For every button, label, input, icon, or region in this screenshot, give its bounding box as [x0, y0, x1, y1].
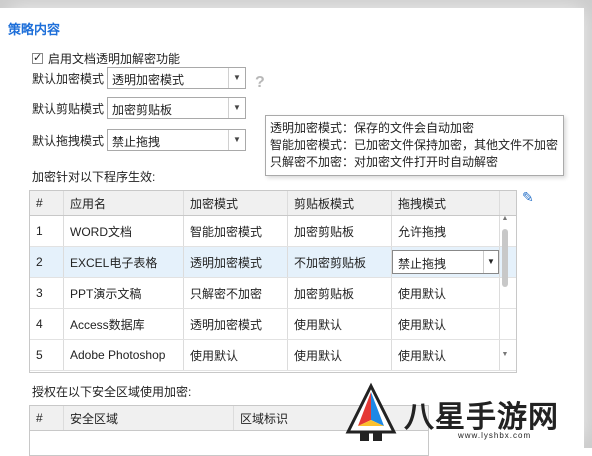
- row-index: 4: [30, 309, 64, 339]
- zone-table-label: 授权在以下安全区域使用加密:: [32, 385, 192, 399]
- column-header[interactable]: #: [30, 406, 64, 430]
- encrypt-mode-cell[interactable]: 只解密不加密: [184, 278, 288, 308]
- table-row[interactable]: 1 WORD文档 智能加密模式 加密剪贴板 允许拖拽: [30, 216, 516, 247]
- tooltip-line: 透明加密模式：保存的文件会自动加密: [270, 121, 475, 135]
- chevron-down-icon[interactable]: ▼: [228, 68, 245, 88]
- table-row[interactable]: 3 PPT演示文稿 只解密不加密 加密剪贴板 使用默认: [30, 278, 516, 309]
- watermark-logo-icon: [345, 382, 397, 441]
- watermark-url: www.lyshbx.com: [458, 431, 532, 440]
- drag-mode-cell[interactable]: 使用默认: [392, 278, 500, 308]
- clipboard-mode-cell[interactable]: 使用默认: [288, 309, 392, 339]
- encrypt-mode-cell[interactable]: 透明加密模式: [184, 247, 288, 277]
- row-index: 1: [30, 216, 64, 246]
- table-header: # 应用名 加密模式 剪贴板模式 拖拽模式: [30, 191, 516, 216]
- drag-mode-cell[interactable]: 使用默认: [392, 309, 500, 339]
- drag-mode-cell[interactable]: 允许拖拽: [392, 216, 500, 246]
- program-table-label: 加密针对以下程序生效:: [32, 170, 156, 184]
- column-header[interactable]: #: [30, 191, 64, 215]
- scrollbar-thumb[interactable]: [502, 229, 508, 287]
- drag-mode-cell[interactable]: 使用默认: [392, 340, 500, 370]
- enable-encryption-checkbox[interactable]: 启用文档透明加解密功能: [32, 50, 180, 67]
- drag-mode-value: 禁止拖拽: [112, 135, 161, 149]
- app-name-cell[interactable]: EXCEL电子表格: [64, 247, 184, 277]
- mode-tooltip: 透明加密模式：保存的文件会自动加密 智能加密模式：已加密文件保持加密，其他文件不…: [265, 115, 564, 176]
- clipboard-mode-cell[interactable]: 不加密剪贴板: [288, 247, 392, 277]
- encrypt-mode-cell[interactable]: 使用默认: [184, 340, 288, 370]
- app-name-cell[interactable]: PPT演示文稿: [64, 278, 184, 308]
- clipboard-mode-label: 默认剪贴模式: [32, 102, 105, 116]
- watermark-brand: 八星手游网: [404, 401, 559, 434]
- app-name-cell[interactable]: WORD文档: [64, 216, 184, 246]
- drag-mode-cell[interactable]: 禁止拖拽 ▼: [392, 247, 500, 277]
- row-index: 2: [30, 247, 64, 277]
- clipboard-mode-cell[interactable]: 使用默认: [288, 340, 392, 370]
- app-name-cell[interactable]: Adobe Photoshop: [64, 340, 184, 370]
- scroll-up-icon[interactable]: ▲: [499, 215, 511, 225]
- table-row-selected[interactable]: 2 EXCEL电子表格 透明加密模式 不加密剪贴板 禁止拖拽 ▼: [30, 247, 516, 278]
- vertical-scrollbar[interactable]: ▲ ▼: [499, 215, 511, 361]
- chevron-down-icon[interactable]: ▼: [483, 251, 498, 273]
- column-header[interactable]: 应用名: [64, 191, 184, 215]
- tooltip-line: 智能加密模式：已加密文件保持加密，其他文件不加密: [270, 138, 559, 152]
- column-header[interactable]: 剪贴板模式: [288, 191, 392, 215]
- drag-mode-inline-value: 禁止拖拽: [398, 257, 447, 271]
- clipboard-mode-cell[interactable]: 加密剪贴板: [288, 216, 392, 246]
- drag-mode-select[interactable]: 禁止拖拽 ▼: [107, 129, 246, 151]
- table-row[interactable]: 4 Access数据库 透明加密模式 使用默认 使用默认: [30, 309, 516, 340]
- column-header[interactable]: 安全区域: [64, 406, 234, 430]
- clipboard-mode-cell[interactable]: 加密剪贴板: [288, 278, 392, 308]
- app-name-cell[interactable]: Access数据库: [64, 309, 184, 339]
- chevron-down-icon[interactable]: ▼: [228, 98, 245, 118]
- drag-mode-label: 默认拖拽模式: [32, 134, 105, 148]
- tooltip-line: 只解密不加密：对加密文件打开时自动解密: [270, 155, 499, 169]
- row-index: 3: [30, 278, 64, 308]
- clipboard-mode-select[interactable]: 加密剪贴板 ▼: [107, 97, 246, 119]
- checkbox-box[interactable]: [32, 51, 43, 64]
- scroll-down-icon[interactable]: ▼: [499, 351, 511, 361]
- program-table: # 应用名 加密模式 剪贴板模式 拖拽模式 1 WORD文档 智能加密模式 加密…: [29, 190, 517, 373]
- encrypt-mode-cell[interactable]: 智能加密模式: [184, 216, 288, 246]
- site-watermark: 八星手游网 www.lyshbx.com: [340, 382, 590, 448]
- drag-mode-inline-select[interactable]: 禁止拖拽 ▼: [392, 250, 499, 274]
- encrypt-mode-cell[interactable]: 透明加密模式: [184, 309, 288, 339]
- pencil-icon[interactable]: ✎: [522, 189, 534, 206]
- row-index: 5: [30, 340, 64, 370]
- table-row[interactable]: 5 Adobe Photoshop 使用默认 使用默认 使用默认: [30, 340, 516, 371]
- help-icon[interactable]: ?: [255, 74, 265, 92]
- column-header[interactable]: 拖拽模式: [392, 191, 500, 215]
- encrypt-mode-value: 透明加密模式: [112, 73, 185, 87]
- checkbox-label: 启用文档透明加解密功能: [48, 52, 181, 66]
- chevron-down-icon[interactable]: ▼: [228, 130, 245, 150]
- encrypt-mode-select[interactable]: 透明加密模式 ▼: [107, 67, 246, 89]
- encrypt-mode-label: 默认加密模式: [32, 72, 105, 86]
- section-title: 策略内容: [8, 22, 61, 37]
- clipboard-mode-value: 加密剪贴板: [112, 103, 173, 117]
- column-header[interactable]: 加密模式: [184, 191, 288, 215]
